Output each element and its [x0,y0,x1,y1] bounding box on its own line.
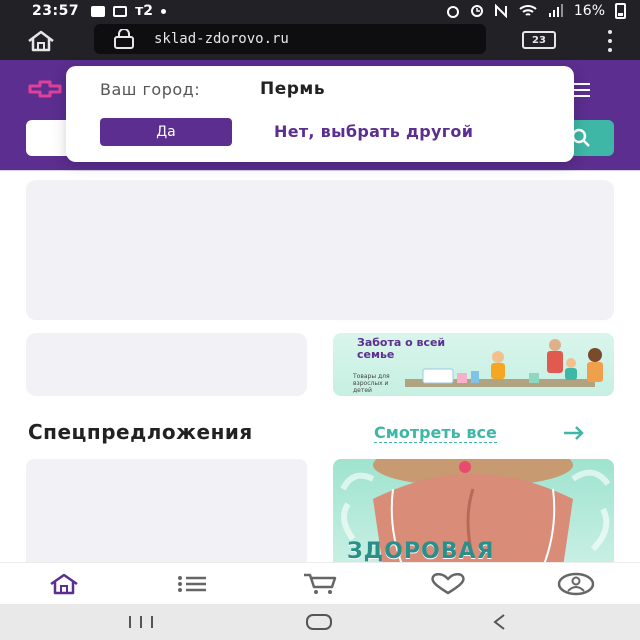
profile-icon [557,572,595,596]
nav-profile[interactable] [556,571,596,597]
browser-toolbar: sklad-zdorovo.ru 23 [0,22,640,60]
special-offers-title: Спецпредложения [28,420,253,444]
battery-icon [615,3,626,19]
carrier-label: т2 [135,3,153,19]
family-care-banner[interactable]: Забота о всей семье Товары для взрослых … [333,333,614,396]
city-label: Ваш город: [100,80,201,99]
battery-percent: 16% [573,3,605,19]
arrow-right-icon[interactable] [562,425,586,441]
home-icon [50,573,78,595]
system-back-button[interactable] [488,612,512,632]
favorites-icon [431,573,465,595]
more-notifications-icon [160,8,166,14]
system-home-icon [306,614,332,630]
recent-apps-button[interactable] [126,612,156,632]
mail-icon [113,5,128,17]
alarm-icon [446,6,459,18]
signal-icon [548,4,563,17]
address-bar[interactable]: sklad-zdorovo.ru [94,24,486,54]
phone-screen: 23:57 т2 16% sklad-zdorovo.ru 23 Ваш гор… [0,0,640,640]
lock-icon [112,29,136,49]
header-divider [0,170,640,171]
catalog-icon [178,576,206,592]
nav-cart[interactable] [300,571,340,597]
tabs-button[interactable]: 23 [522,31,556,49]
notification-icons: т2 [91,3,166,19]
choose-other-city-link[interactable]: Нет, выбрать другой [274,122,473,141]
health-banner-title: ЗДОРОВАЯ [347,539,495,564]
logo-cross-icon[interactable] [28,80,62,98]
search-icon [571,128,590,147]
browser-menu-button[interactable] [600,28,620,54]
status-bar: 23:57 т2 16% [0,0,640,22]
nav-favorites[interactable] [428,571,468,597]
recent-apps-icon [129,616,153,628]
nav-catalog[interactable] [172,571,212,597]
back-icon [493,614,505,630]
offer-card-placeholder[interactable] [26,459,307,567]
clock-icon [470,5,483,17]
url-text: sklad-zdorovo.ru [154,31,289,47]
gallery-icon [91,5,106,17]
family-illustration [405,339,603,387]
nav-home[interactable] [44,571,84,597]
see-all-link[interactable]: Смотреть все [374,424,497,443]
browser-home-button[interactable] [16,22,66,60]
menu-dot [608,47,612,52]
promo-placeholder[interactable] [26,333,307,396]
main-banner-placeholder[interactable] [26,180,614,320]
nfc-icon [494,4,507,18]
system-home-button[interactable] [302,612,336,632]
city-name: Пермь [260,79,326,99]
healthy-back-banner[interactable]: ЗДОРОВАЯ [333,459,614,567]
status-right: 16% [446,3,626,19]
wifi-icon [519,5,537,16]
menu-dot [608,30,612,35]
cart-icon [304,573,337,594]
confirm-city-button[interactable]: Да [100,118,232,146]
menu-dot [608,38,612,43]
home-icon [28,30,54,52]
city-confirm-popup: Ваш город: Пермь Да Нет, выбрать другой [66,66,574,162]
system-navigation-bar [0,604,640,640]
bottom-navigation [0,562,640,604]
status-time: 23:57 [32,3,80,19]
